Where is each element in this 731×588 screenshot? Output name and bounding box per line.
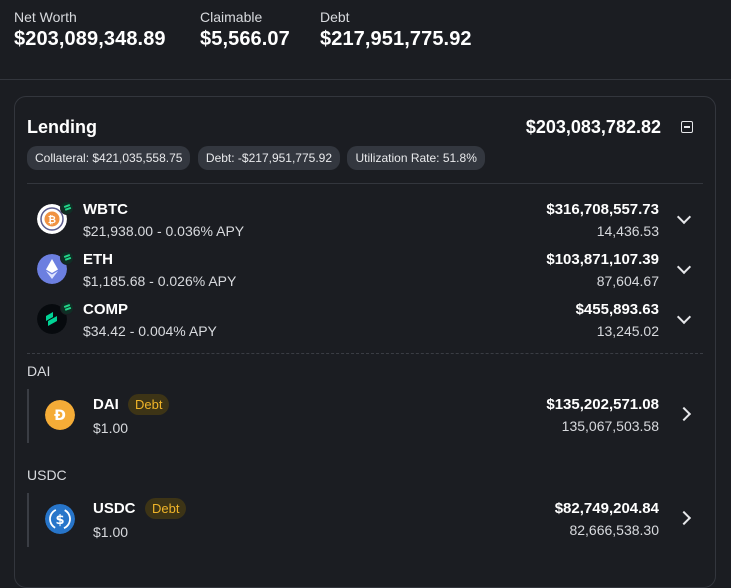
asset-price: $1.00 <box>93 420 129 436</box>
svg-text:$: $ <box>55 513 64 528</box>
supply-badge-icon <box>60 201 74 215</box>
asset-amount: $455,893.63 <box>575 301 659 318</box>
debt-value: $217,951,775.92 <box>320 28 472 50</box>
claimable-label: Claimable <box>200 9 263 25</box>
group-label-usdc: USDC <box>27 467 67 483</box>
divider <box>27 183 703 184</box>
debt-chip: Debt: -$217,951,775.92 <box>197 146 341 170</box>
asset-quantity: 13,245.02 <box>596 323 659 339</box>
lending-card: Lending $203,083,782.82 Collateral: $421… <box>14 96 716 588</box>
lending-title: Lending <box>27 117 97 137</box>
asset-name: USDC <box>93 500 136 517</box>
collapse-icon[interactable] <box>681 121 693 133</box>
claimable-value: $5,566.07 <box>200 28 290 50</box>
asset-quantity: 14,436.53 <box>596 223 659 239</box>
asset-quantity: 87,604.67 <box>596 273 659 289</box>
debt-row-dai[interactable]: Ð DAI Debt $1.00 $135,202,571.08 135,067… <box>15 392 715 436</box>
asset-quantity: 135,067,503.58 <box>561 418 659 434</box>
asset-row-wbtc[interactable]: ₿ WBTC $21,938.00 - 0.036% APY $316,708,… <box>15 198 715 242</box>
chevron-down-icon[interactable] <box>676 259 692 275</box>
debt-row-usdc[interactable]: $ USDC Debt $1.00 $82,749,204.84 82,666,… <box>15 496 715 540</box>
asset-name: DAI <box>93 396 119 413</box>
claimable-stat: Claimable $5,566.07 <box>200 9 290 51</box>
asset-amount: $316,708,557.73 <box>546 201 659 218</box>
asset-name: COMP <box>83 301 128 318</box>
net-worth-value: $203,089,348.89 <box>14 28 166 50</box>
asset-row-comp[interactable]: COMP $34.42 - 0.004% APY $455,893.63 13,… <box>15 298 715 342</box>
asset-amount: $82,749,204.84 <box>554 500 659 517</box>
asset-amount: $135,202,571.08 <box>546 396 659 413</box>
asset-quantity: 82,666,538.30 <box>569 522 659 538</box>
asset-amount: $103,871,107.39 <box>546 251 659 268</box>
asset-row-eth[interactable]: ETH $1,185.68 - 0.026% APY $103,871,107.… <box>15 248 715 292</box>
debt-stat: Debt $217,951,775.92 <box>320 9 472 51</box>
svg-text:Ð: Ð <box>54 408 66 424</box>
group-label-dai: DAI <box>27 363 51 379</box>
lending-chips: Collateral: $421,035,558.75 Debt: -$217,… <box>27 146 488 170</box>
asset-name: ETH <box>83 251 113 268</box>
section-divider <box>27 353 703 354</box>
portfolio-summary: Net Worth $203,089,348.89 Claimable $5,5… <box>0 0 731 80</box>
debt-label: Debt <box>320 9 350 25</box>
asset-price-apy: $34.42 - 0.004% APY <box>83 323 217 339</box>
svg-text:₿: ₿ <box>48 214 56 226</box>
asset-name: WBTC <box>83 201 128 218</box>
supply-badge-icon <box>60 301 74 315</box>
chevron-right-icon[interactable] <box>676 510 692 526</box>
debt-tag: Debt <box>128 394 170 415</box>
asset-price-apy: $21,938.00 - 0.036% APY <box>83 223 245 239</box>
chevron-down-icon[interactable] <box>676 309 692 325</box>
asset-price-apy: $1,185.68 - 0.026% APY <box>83 273 237 289</box>
chevron-right-icon[interactable] <box>676 406 692 422</box>
chevron-down-icon[interactable] <box>676 209 692 225</box>
asset-price: $1.00 <box>93 524 129 540</box>
net-worth-stat: Net Worth $203,089,348.89 <box>14 9 166 51</box>
supply-badge-icon <box>60 251 74 265</box>
dai-icon: Ð <box>45 400 75 430</box>
usdc-icon: $ <box>45 504 75 534</box>
lending-total: $203,083,782.82 <box>525 117 661 137</box>
utilization-chip: Utilization Rate: 51.8% <box>347 146 485 170</box>
debt-tag: Debt <box>145 498 187 519</box>
net-worth-label: Net Worth <box>14 9 77 25</box>
collateral-chip: Collateral: $421,035,558.75 <box>27 146 191 170</box>
